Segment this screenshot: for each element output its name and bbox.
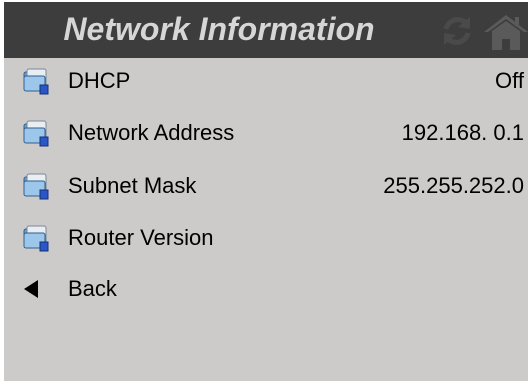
list-item-value: 255.255.252.0 — [383, 173, 524, 198]
back-label: Back — [68, 276, 117, 301]
list-item-router-version[interactable]: Router Version — [4, 214, 528, 262]
list-item-label: Router Version — [68, 225, 214, 250]
list-item-dhcp[interactable]: DHCP Off — [4, 57, 528, 105]
list-item-subnet-mask[interactable]: Subnet Mask 255.255.252.0 — [4, 162, 528, 210]
list-item-network-address[interactable]: Network Address 192.168. 0.1 — [4, 109, 528, 157]
back-button[interactable]: Back — [4, 265, 528, 313]
page-title: Network Information — [63, 11, 375, 47]
network-folder-icon — [23, 173, 49, 200]
list-item-value: Off — [495, 68, 524, 93]
title-bar: Network Information — [4, 2, 528, 58]
list-item-label: Subnet Mask — [68, 173, 197, 198]
list-item-label: Network Address — [68, 120, 235, 145]
network-folder-icon — [23, 68, 49, 95]
home-icon[interactable] — [484, 14, 528, 50]
back-arrow-icon — [24, 280, 38, 298]
network-information-screen: Network Information DHCP Off Network Add… — [4, 2, 528, 381]
network-folder-icon — [23, 225, 49, 252]
network-folder-icon — [23, 120, 49, 147]
list-item-value: 192.168. 0.1 — [401, 120, 524, 145]
list-item-label: DHCP — [68, 68, 131, 93]
refresh-icon[interactable] — [440, 14, 474, 48]
